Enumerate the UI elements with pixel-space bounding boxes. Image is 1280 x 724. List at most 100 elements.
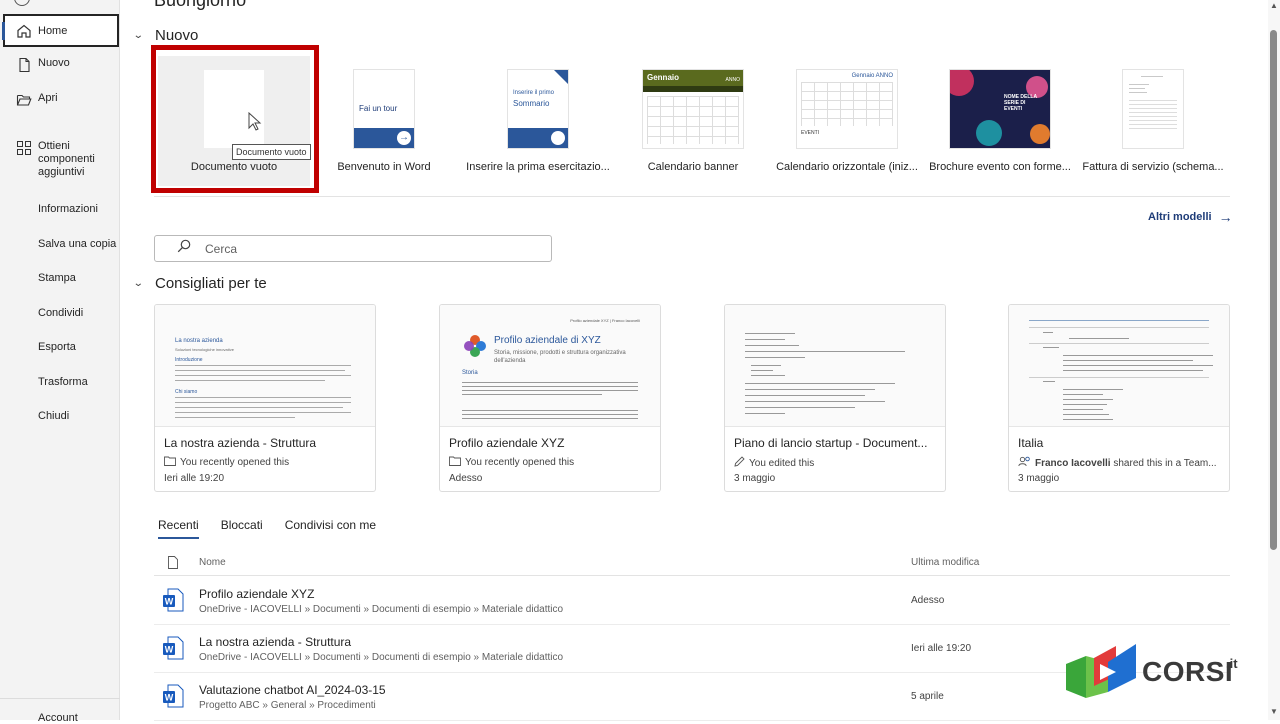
sidebar-item-print[interactable]: Stampa <box>38 272 76 284</box>
chevron-down-icon: ⌄ <box>132 278 144 289</box>
more-templates-link[interactable]: Altri modelli → <box>1148 209 1233 225</box>
column-name[interactable]: Nome <box>199 557 226 568</box>
template-service-invoice[interactable]: Fattura di servizio (schema... <box>1080 56 1226 186</box>
sidebar-item-label: Apri <box>38 92 58 104</box>
template-label: Benvenuto in Word <box>337 161 431 173</box>
template-label: Brochure evento con forme... <box>929 161 1071 173</box>
file-list-header: Nome Ultima modifica <box>154 556 1230 576</box>
card-activity: You edited this <box>734 456 944 470</box>
sidebar-item-info[interactable]: Informazioni <box>38 203 98 215</box>
home-icon <box>16 23 32 39</box>
card-date: 3 maggio <box>1018 473 1060 484</box>
tab-pinned[interactable]: Bloccati <box>221 518 263 539</box>
word-file-icon: W <box>163 684 184 708</box>
word-file-icon: W <box>163 636 184 660</box>
backstage-main: Buongiorno ⌄ Nuovo Documento vuoto Docum… <box>120 0 1268 721</box>
template-label: Calendario orizzontale (iniz... <box>776 161 918 173</box>
sidebar-item-label: Home <box>38 24 68 37</box>
file-path: Progetto ABC » General » Procedimenti <box>199 700 376 711</box>
pencil-icon <box>734 456 745 470</box>
file-name: La nostra azienda - Struttura <box>199 635 352 649</box>
sidebar-item-new[interactable]: Nuovo <box>0 57 120 73</box>
file-path: OneDrive - IACOVELLI » Documenti » Docum… <box>199 652 564 663</box>
sidebar-item-export[interactable]: Esporta <box>38 341 76 353</box>
watermark-text: CORSI <box>1142 656 1234 687</box>
sidebar-item-home[interactable]: Home <box>2 14 119 47</box>
svg-text:W: W <box>165 597 174 607</box>
sidebar-item-addins[interactable]: Ottieni componenti aggiuntivi <box>0 140 110 179</box>
red-highlight-box <box>151 45 319 193</box>
template-first-tutorial[interactable]: Inserire il primo Sommario Inserire la p… <box>465 56 611 186</box>
vertical-scrollbar[interactable]: ▲ ▼ <box>1268 0 1280 720</box>
sidebar-item-share[interactable]: Condividi <box>38 307 83 319</box>
scroll-down-icon[interactable]: ▼ <box>1270 708 1278 716</box>
corsi-logo-icon <box>1066 644 1136 698</box>
corsi-watermark-logo: CORSI .it <box>1064 642 1264 702</box>
card-activity: Franco Iacovelli shared this in a Team..… <box>1018 456 1228 470</box>
card-activity: You recently opened this <box>164 456 374 469</box>
word-file-icon: W <box>163 588 184 612</box>
recommended-card[interactable]: Piano di lancio startup - Document... Yo… <box>724 304 946 492</box>
file-name: Profilo aziendale XYZ <box>199 587 315 601</box>
sidebar-item-open[interactable]: Apri <box>0 92 120 108</box>
grid-addins-icon <box>16 140 32 156</box>
recommended-card[interactable]: La nostra azienda Soluzioni tecnologiche… <box>154 304 376 492</box>
document-preview: La nostra azienda Soluzioni tecnologiche… <box>155 305 375 427</box>
card-date: Ieri alle 19:20 <box>164 473 225 484</box>
document-preview <box>725 305 945 427</box>
file-modified: 5 aprile <box>911 691 944 702</box>
template-welcome-word[interactable]: Fai un tour → Benvenuto in Word <box>311 56 457 186</box>
sidebar-item-save-copy[interactable]: Salva una copia <box>38 238 116 250</box>
shared-people-icon <box>1018 456 1031 470</box>
scroll-up-icon[interactable]: ▲ <box>1270 2 1278 10</box>
mouse-cursor-icon <box>248 112 262 131</box>
arrow-right-icon: → <box>397 131 411 145</box>
file-path: OneDrive - IACOVELLI » Documenti » Docum… <box>199 604 564 615</box>
file-type-icon <box>168 556 178 572</box>
folder-icon <box>449 456 461 469</box>
scrollbar-thumb[interactable] <box>1270 30 1277 550</box>
card-title: Profilo aziendale XYZ <box>449 436 565 450</box>
arrow-right-icon: → <box>1218 209 1233 225</box>
file-list-tabs: Recenti Bloccati Condivisi con me <box>158 518 398 539</box>
card-date: Adesso <box>449 473 483 484</box>
folder-icon <box>164 456 176 469</box>
template-thumbnail: Fai un tour → <box>354 70 414 148</box>
sidebar-item-transform[interactable]: Trasforma <box>38 376 88 388</box>
section-divider <box>154 196 1230 197</box>
template-thumbnail: Gennaio ANNO <box>643 70 743 148</box>
backstage-sidebar: Home Nuovo Apri Ottieni componenti aggiu… <box>0 0 120 724</box>
search-box[interactable] <box>154 235 552 262</box>
tab-shared-with-me[interactable]: Condivisi con me <box>285 518 376 539</box>
document-preview: Profilo aziendale XYZ | Franco Iacovelli… <box>440 305 660 427</box>
card-title: La nostra azienda - Struttura <box>164 436 317 450</box>
card-activity: You recently opened this <box>449 456 659 469</box>
tooltip: Documento vuoto <box>232 144 311 160</box>
new-section-header[interactable]: ⌄ Nuovo <box>132 27 199 44</box>
file-modified: Adesso <box>911 595 945 606</box>
recommended-section-header[interactable]: ⌄ Consigliati per te <box>132 275 267 292</box>
file-name: Valutazione chatbot AI_2024-03-15 <box>199 683 386 697</box>
back-arrow-icon[interactable] <box>14 0 30 6</box>
template-event-brochure[interactable]: NOME DELLA SERIE DI EVENTI Brochure even… <box>927 56 1073 186</box>
folder-open-icon <box>16 92 32 108</box>
sidebar-item-account[interactable]: Account <box>38 712 78 724</box>
section-title: Consigliati per te <box>155 275 267 292</box>
svg-text:W: W <box>165 645 174 655</box>
file-row[interactable]: W Profilo aziendale XYZ OneDrive - IACOV… <box>154 577 1230 625</box>
sidebar-item-label: Nuovo <box>38 57 70 69</box>
chevron-down-icon: ⌄ <box>132 30 144 41</box>
recommended-card[interactable]: Italia Franco Iacovelli shared this in a… <box>1008 304 1230 492</box>
column-modified[interactable]: Ultima modifica <box>911 557 979 568</box>
template-thumbnail <box>1123 70 1183 148</box>
search-input[interactable] <box>205 241 505 256</box>
sidebar-item-close[interactable]: Chiudi <box>38 410 69 422</box>
template-horizontal-calendar[interactable]: Gennaio ANNO EVENTI Calendario orizzonta… <box>774 56 920 186</box>
template-banner-calendar[interactable]: Gennaio ANNO Calendario banner <box>620 56 766 186</box>
section-title: Nuovo <box>155 27 199 44</box>
tab-recent[interactable]: Recenti <box>158 518 199 539</box>
sidebar-divider <box>0 698 120 699</box>
company-logo-icon <box>464 335 486 357</box>
recommended-card[interactable]: Profilo aziendale XYZ | Franco Iacovelli… <box>439 304 661 492</box>
word-badge-icon <box>551 131 565 145</box>
